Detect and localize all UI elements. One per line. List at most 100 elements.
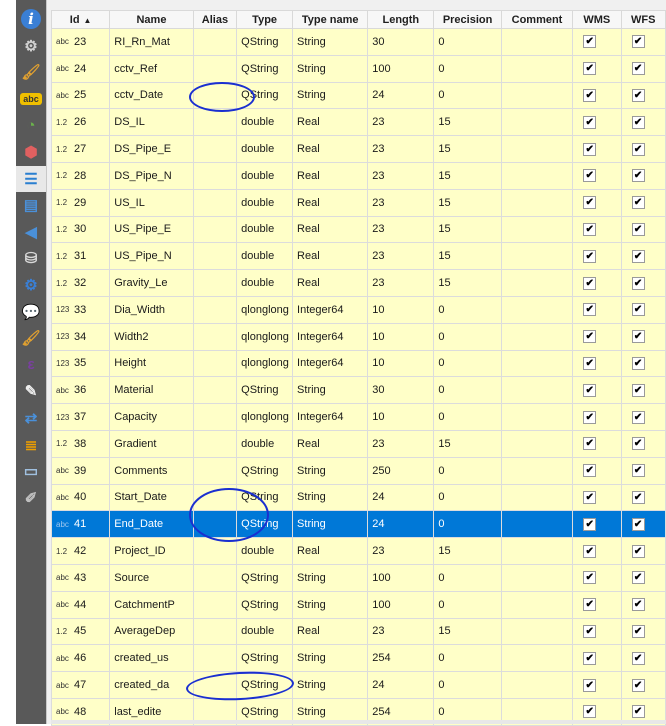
cell-wfs[interactable]: ✔ xyxy=(620,28,666,56)
wfs-checkbox[interactable]: ✔ xyxy=(631,464,645,478)
sidebar-item-diagrams[interactable]: ◔ xyxy=(16,112,46,138)
wfs-checkbox[interactable]: ✔ xyxy=(631,88,645,102)
field-row[interactable]: abc 25 cctv_Date QString String 24 0 ✔ ✔ xyxy=(50,81,666,110)
cell-wms[interactable]: ✔ xyxy=(572,28,622,56)
wms-checkbox[interactable]: ✔ xyxy=(583,249,597,263)
cell-name[interactable]: Project_ID xyxy=(109,537,194,565)
cell-precision[interactable]: 15 xyxy=(433,242,502,271)
cell-precision[interactable]: 0 xyxy=(433,590,502,619)
cell-wms[interactable]: ✔ xyxy=(572,403,622,431)
cell-length[interactable]: 23 xyxy=(367,617,435,646)
wfs-checkbox[interactable]: ✔ xyxy=(631,705,645,719)
cell-type-name[interactable]: String xyxy=(292,456,369,485)
cell-type[interactable]: double xyxy=(236,429,294,458)
wfs-checkbox[interactable]: ✔ xyxy=(631,651,645,665)
column-header-comment[interactable]: Comment xyxy=(500,10,574,29)
cell-wfs[interactable]: ✔ xyxy=(620,349,666,378)
cell-wms[interactable]: ✔ xyxy=(572,483,622,512)
sidebar-item-joins[interactable]: ◀ xyxy=(16,219,46,245)
cell-wfs[interactable]: ✔ xyxy=(620,135,666,163)
field-row[interactable]: abc 40 Start_Date QString String 24 0 ✔ ✔ xyxy=(50,483,666,512)
wms-checkbox[interactable]: ✔ xyxy=(583,330,597,344)
cell-type[interactable]: qlonglong xyxy=(236,295,294,324)
cell-wms[interactable]: ✔ xyxy=(572,537,622,565)
cell-type[interactable]: double xyxy=(236,188,294,217)
cell-alias[interactable] xyxy=(192,81,238,110)
cell-type[interactable]: double xyxy=(236,161,294,190)
wfs-checkbox[interactable]: ✔ xyxy=(631,142,645,156)
cell-comment[interactable] xyxy=(500,188,574,217)
cell-comment[interactable] xyxy=(500,617,574,646)
cell-name[interactable]: created_us xyxy=(109,644,194,673)
cell-id[interactable]: 123 35 xyxy=(50,349,111,378)
cell-alias[interactable] xyxy=(192,617,238,646)
cell-precision[interactable]: 0 xyxy=(433,403,502,431)
cell-name[interactable]: Material xyxy=(109,376,194,405)
cell-precision[interactable]: 15 xyxy=(433,215,502,244)
cell-length[interactable]: 23 xyxy=(367,429,435,458)
cell-alias[interactable] xyxy=(192,483,238,512)
cell-alias[interactable] xyxy=(192,242,238,271)
sidebar-item-digitizing[interactable]: ✐ xyxy=(16,485,46,511)
cell-id[interactable]: 1.2 30 xyxy=(50,215,111,244)
cell-wfs[interactable]: ✔ xyxy=(620,510,666,539)
cell-length[interactable]: 30 xyxy=(367,28,435,56)
cell-id[interactable]: abc 36 xyxy=(50,376,111,405)
cell-comment[interactable] xyxy=(500,108,574,137)
wfs-checkbox[interactable]: ✔ xyxy=(631,62,645,76)
cell-type[interactable]: double xyxy=(236,108,294,137)
cell-id[interactable]: 1.2 31 xyxy=(50,242,111,271)
cell-wfs[interactable]: ✔ xyxy=(620,295,666,324)
cell-comment[interactable] xyxy=(500,563,574,592)
wfs-checkbox[interactable]: ✔ xyxy=(631,437,645,451)
cell-wms[interactable]: ✔ xyxy=(572,376,622,405)
wfs-checkbox[interactable]: ✔ xyxy=(631,249,645,263)
cell-name[interactable]: AverageDep xyxy=(109,617,194,646)
wms-checkbox[interactable]: ✔ xyxy=(583,464,597,478)
wms-checkbox[interactable]: ✔ xyxy=(583,222,597,236)
cell-length[interactable]: 23 xyxy=(367,135,435,163)
cell-comment[interactable] xyxy=(500,403,574,431)
cell-id[interactable]: abc 39 xyxy=(50,456,111,485)
cell-wms[interactable]: ✔ xyxy=(572,161,622,190)
cell-id[interactable]: abc 25 xyxy=(50,81,111,110)
cell-alias[interactable] xyxy=(192,429,238,458)
cell-type[interactable]: double xyxy=(236,537,294,565)
cell-alias[interactable] xyxy=(192,671,238,699)
cell-wms[interactable]: ✔ xyxy=(572,269,622,297)
cell-type-name[interactable]: String xyxy=(292,28,369,56)
cell-precision[interactable]: 0 xyxy=(433,54,502,83)
cell-precision[interactable]: 15 xyxy=(433,429,502,458)
wms-checkbox[interactable]: ✔ xyxy=(583,115,597,129)
cell-length[interactable]: 24 xyxy=(367,483,435,512)
field-row[interactable]: 1.2 30 US_Pipe_E double Real 23 15 ✔ ✔ xyxy=(50,215,666,244)
wms-checkbox[interactable]: ✔ xyxy=(583,678,597,692)
field-row[interactable]: 1.2 28 DS_Pipe_N double Real 23 15 ✔ ✔ xyxy=(50,161,666,190)
cell-alias[interactable] xyxy=(192,322,238,351)
cell-wfs[interactable]: ✔ xyxy=(620,590,666,619)
cell-type[interactable]: QString xyxy=(236,590,294,619)
cell-type[interactable]: QString xyxy=(236,81,294,110)
cell-type[interactable]: QString xyxy=(236,563,294,592)
field-row[interactable]: abc 23 RI_Rn_Mat QString String 30 0 ✔ ✔ xyxy=(50,28,666,56)
column-header-wms[interactable]: WMS xyxy=(572,10,622,29)
cell-name[interactable]: cctv_Ref xyxy=(109,54,194,83)
wms-checkbox[interactable]: ✔ xyxy=(583,383,597,397)
cell-id[interactable]: abc 46 xyxy=(50,644,111,673)
cell-length[interactable]: 24 xyxy=(367,81,435,110)
cell-alias[interactable] xyxy=(192,376,238,405)
cell-type[interactable]: QString xyxy=(236,376,294,405)
cell-alias[interactable] xyxy=(192,215,238,244)
cell-length[interactable]: 23 xyxy=(367,108,435,137)
wms-checkbox[interactable]: ✔ xyxy=(583,410,597,424)
cell-type[interactable]: QString xyxy=(236,510,294,539)
wms-checkbox[interactable]: ✔ xyxy=(583,651,597,665)
cell-name[interactable]: Gradient xyxy=(109,429,194,458)
cell-wms[interactable]: ✔ xyxy=(572,108,622,137)
cell-comment[interactable] xyxy=(500,510,574,539)
cell-type[interactable]: double xyxy=(236,617,294,646)
cell-id[interactable]: 1.2 29 xyxy=(50,188,111,217)
cell-wfs[interactable]: ✔ xyxy=(620,161,666,190)
field-row[interactable]: abc 44 CatchmentP QString String 100 0 ✔ ✔ xyxy=(50,590,666,619)
cell-length[interactable]: 10 xyxy=(367,403,435,431)
